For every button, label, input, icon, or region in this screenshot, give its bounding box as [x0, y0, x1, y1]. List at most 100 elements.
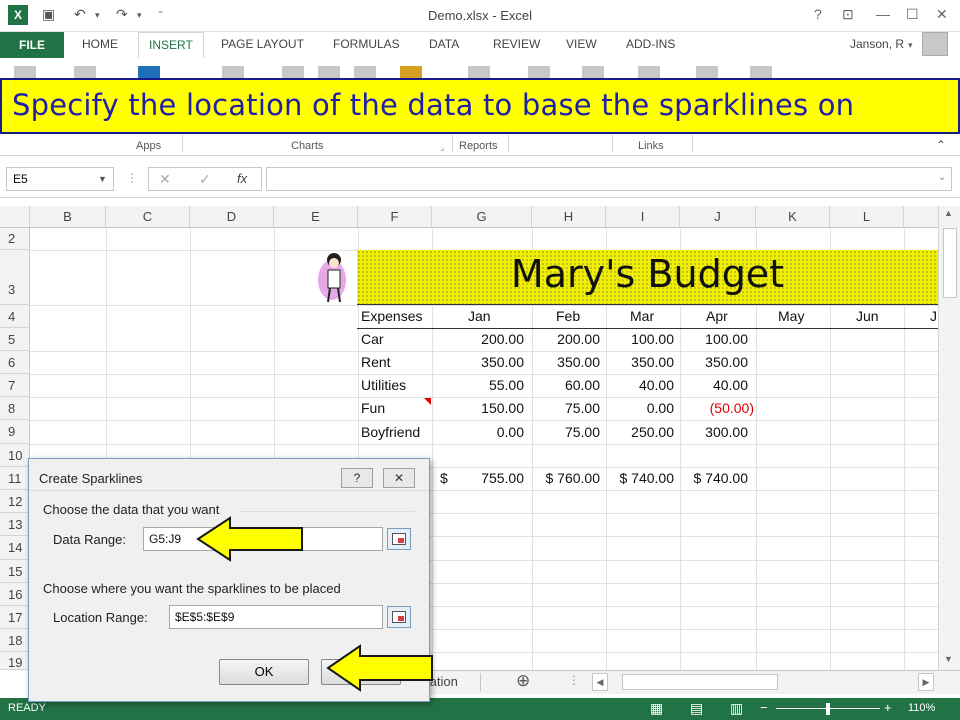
- expense-value[interactable]: 350.00: [680, 354, 748, 370]
- expense-value[interactable]: 350.00: [532, 354, 600, 370]
- minimize-icon[interactable]: —: [876, 6, 890, 22]
- expense-value[interactable]: 150.00: [432, 400, 524, 416]
- column-header[interactable]: F: [358, 206, 432, 228]
- tab-page-layout[interactable]: PAGE LAYOUT: [221, 37, 304, 51]
- row-header[interactable]: 15: [0, 560, 30, 583]
- scroll-down-icon[interactable]: ▼: [944, 654, 953, 664]
- location-range-collapse-icon[interactable]: [387, 606, 411, 628]
- row-header[interactable]: 8: [0, 397, 30, 420]
- row-header[interactable]: 11: [0, 467, 30, 490]
- row-header[interactable]: 5: [0, 328, 30, 351]
- column-header[interactable]: K: [756, 206, 830, 228]
- header-jan[interactable]: Jan: [468, 308, 491, 324]
- header-feb[interactable]: Feb: [556, 308, 580, 324]
- maximize-icon[interactable]: ☐: [906, 6, 919, 23]
- expense-value[interactable]: 300.00: [680, 424, 748, 440]
- row-header[interactable]: 17: [0, 606, 30, 629]
- budget-title[interactable]: Mary's Budget: [357, 252, 938, 296]
- header-expenses[interactable]: Expenses: [361, 308, 422, 324]
- expense-name[interactable]: Boyfriend: [361, 424, 420, 440]
- expense-value[interactable]: 200.00: [432, 331, 524, 347]
- ok-button[interactable]: OK: [219, 659, 309, 685]
- expense-value[interactable]: 55.00: [432, 377, 524, 393]
- zoom-out-icon[interactable]: −: [760, 700, 768, 715]
- row-header[interactable]: 18: [0, 629, 30, 652]
- column-header[interactable]: C: [106, 206, 190, 228]
- expense-value[interactable]: 200.00: [532, 331, 600, 347]
- avatar[interactable]: [922, 32, 948, 56]
- column-header[interactable]: H: [532, 206, 606, 228]
- row-header[interactable]: 7: [0, 374, 30, 397]
- expand-formula-icon[interactable]: ⌄: [938, 172, 946, 183]
- row-header[interactable]: 16: [0, 583, 30, 606]
- scroll-thumb[interactable]: [943, 228, 957, 298]
- formula-input[interactable]: [266, 167, 952, 191]
- user-name[interactable]: Janson, R: [850, 37, 904, 51]
- column-header[interactable]: B: [30, 206, 106, 228]
- column-header[interactable]: D: [190, 206, 274, 228]
- row-header[interactable]: 4: [0, 305, 30, 328]
- expense-value[interactable]: 75.00: [532, 424, 600, 440]
- hscroll-left-icon[interactable]: ◀: [592, 673, 608, 691]
- tab-home[interactable]: HOME: [82, 37, 118, 51]
- enter-icon[interactable]: ✓: [199, 171, 211, 188]
- total-apr[interactable]: $ 740.00: [680, 470, 749, 486]
- row-header[interactable]: 13: [0, 513, 30, 536]
- column-header[interactable]: E: [274, 206, 358, 228]
- column-header[interactable]: L: [830, 206, 904, 228]
- page-layout-view-icon[interactable]: ▤: [690, 700, 703, 717]
- insert-function-icon[interactable]: fx: [237, 171, 247, 186]
- row-header[interactable]: 2: [0, 228, 30, 250]
- ribbon-display-icon[interactable]: ⊡: [842, 6, 854, 23]
- total-jan[interactable]: 755.00: [432, 470, 524, 486]
- dialog-title-bar[interactable]: Create Sparklines ? ✕: [29, 459, 429, 491]
- name-box-dropdown-icon[interactable]: ▼: [98, 174, 107, 184]
- zoom-in-icon[interactable]: +: [884, 700, 892, 715]
- header-jul[interactable]: J: [930, 308, 938, 324]
- new-sheet-icon[interactable]: ⊕: [516, 671, 530, 691]
- header-mar[interactable]: Mar: [630, 308, 654, 324]
- row-header[interactable]: 12: [0, 490, 30, 513]
- dialog-help-button[interactable]: ?: [341, 468, 373, 488]
- expense-value[interactable]: 60.00: [532, 377, 600, 393]
- column-header[interactable]: J: [680, 206, 756, 228]
- expense-value[interactable]: 0.00: [432, 424, 524, 440]
- column-header[interactable]: I: [606, 206, 680, 228]
- expense-name[interactable]: Utilities: [361, 377, 406, 393]
- total-feb[interactable]: $ 760.00: [532, 470, 601, 486]
- hscroll-right-icon[interactable]: ▶: [918, 673, 934, 691]
- header-apr[interactable]: Apr: [706, 308, 728, 324]
- dialog-close-button[interactable]: ✕: [383, 468, 415, 488]
- expense-value[interactable]: 0.00: [606, 400, 674, 416]
- zoom-level[interactable]: 110%: [908, 702, 935, 714]
- expense-value-negative[interactable]: (50.00): [680, 400, 754, 416]
- expense-name[interactable]: Car: [361, 331, 384, 347]
- tab-formulas[interactable]: FORMULAS: [333, 37, 400, 51]
- row-header[interactable]: 19: [0, 652, 30, 670]
- column-header[interactable]: G: [432, 206, 532, 228]
- select-all-corner[interactable]: [0, 206, 30, 228]
- normal-view-icon[interactable]: ▦: [650, 700, 663, 717]
- row-header[interactable]: 14: [0, 536, 30, 560]
- expense-name[interactable]: Fun: [361, 400, 385, 416]
- expense-value[interactable]: 100.00: [606, 331, 674, 347]
- close-icon[interactable]: ✕: [936, 6, 948, 23]
- expense-value[interactable]: 350.00: [606, 354, 674, 370]
- expense-value[interactable]: 40.00: [680, 377, 748, 393]
- comment-indicator-icon[interactable]: [424, 398, 431, 405]
- page-break-view-icon[interactable]: ▥: [730, 700, 743, 717]
- total-mar[interactable]: $ 740.00: [606, 470, 675, 486]
- row-header[interactable]: 6: [0, 351, 30, 374]
- expense-value[interactable]: 100.00: [680, 331, 748, 347]
- user-dropdown-icon[interactable]: ▾: [908, 40, 913, 51]
- scroll-up-icon[interactable]: ▲: [944, 208, 953, 218]
- tab-view[interactable]: VIEW: [566, 37, 597, 51]
- data-range-collapse-icon[interactable]: [387, 528, 411, 550]
- tab-insert[interactable]: INSERT: [138, 32, 204, 58]
- hscroll-thumb[interactable]: [622, 674, 778, 690]
- cancel-icon[interactable]: ✕: [159, 171, 171, 188]
- charts-launcher-icon[interactable]: ⌟: [440, 142, 444, 153]
- header-jun[interactable]: Jun: [856, 308, 879, 324]
- row-header[interactable]: 9: [0, 420, 30, 444]
- expense-value[interactable]: 75.00: [532, 400, 600, 416]
